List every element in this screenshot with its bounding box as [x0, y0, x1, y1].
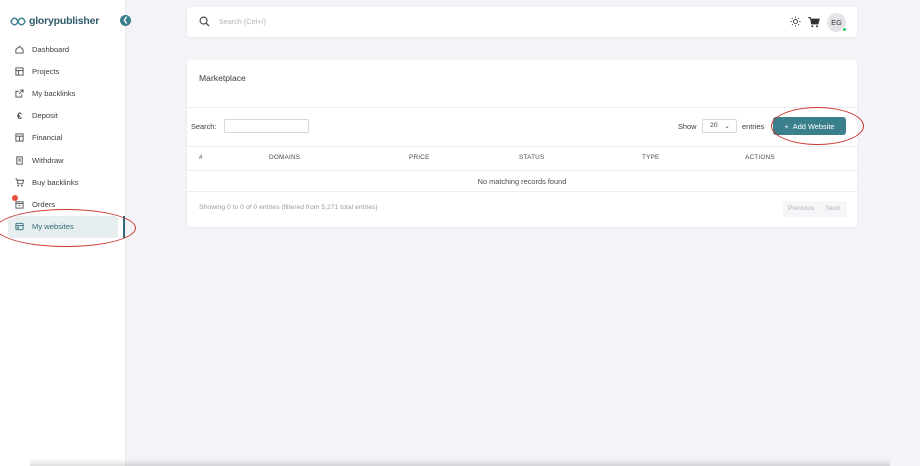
sidebar-item-projects[interactable]: Projects	[0, 60, 126, 82]
sidebar-item-label: Dashboard	[32, 44, 70, 54]
euro-icon: €	[16, 110, 22, 121]
projects-icon	[15, 67, 24, 76]
table-info: Showing 0 to 0 of 0 entries (filtered fr…	[199, 204, 378, 211]
search-icon[interactable]	[199, 16, 210, 27]
sidebar-item-financial[interactable]: Financial	[0, 127, 126, 149]
sidebar-item-my-websites[interactable]: My websites	[8, 215, 118, 238]
sidebar-item-label: My websites	[32, 222, 74, 232]
cart-icon	[15, 178, 24, 187]
column-header-type[interactable]: TYPE	[642, 154, 660, 161]
sidebar: glorypublisher Dashboard Projects My bac…	[0, 0, 126, 466]
page-title: Marketplace	[199, 73, 246, 83]
layout-icon	[15, 133, 24, 142]
chevron-left-icon: ❮	[122, 17, 129, 24]
add-website-label: Add Website	[792, 121, 835, 131]
sidebar-item-withdraw[interactable]: Withdraw	[0, 149, 126, 171]
plus-icon: +	[784, 121, 789, 131]
table-search-input[interactable]	[224, 119, 309, 133]
table-header-border	[187, 146, 857, 147]
receipt-icon	[15, 155, 24, 165]
empty-table-message: No matching records found	[477, 177, 567, 186]
global-search-input[interactable]: Search (Ctrl+/)	[219, 17, 266, 26]
sidebar-item-orders[interactable]: Orders	[0, 193, 126, 215]
entries-label: entries	[742, 122, 765, 131]
box-icon	[15, 200, 24, 209]
divider	[187, 107, 857, 108]
home-icon	[15, 45, 24, 54]
sidebar-item-label: Buy backlinks	[32, 177, 79, 187]
sidebar-nav: Dashboard Projects My backlinks € Deposi…	[0, 38, 126, 238]
column-header-status[interactable]: STATUS	[519, 154, 544, 161]
table-body-border	[187, 170, 857, 171]
sidebar-item-label: Deposit	[32, 111, 58, 121]
column-header-domains[interactable]: DOMAINS	[269, 154, 300, 161]
sidebar-item-dashboard[interactable]: Dashboard	[0, 38, 126, 60]
sidebar-item-label: My backlinks	[32, 88, 76, 98]
table-footer-border	[187, 191, 857, 192]
add-website-button[interactable]: + Add Website	[773, 117, 846, 135]
marketplace-card: Marketplace Search: Show 20 ⌄ entries + …	[187, 60, 857, 227]
avatar[interactable]: EG	[827, 13, 847, 32]
sidebar-item-label: Projects	[32, 66, 60, 76]
logo-icon	[10, 16, 26, 26]
previous-page-button[interactable]: Previous	[788, 205, 814, 212]
websites-icon	[15, 222, 24, 231]
cart-icon[interactable]	[808, 16, 820, 28]
window-bottom-shadow	[30, 458, 890, 466]
sidebar-item-label: Financial	[32, 133, 63, 143]
sidebar-item-deposit[interactable]: € Deposit	[0, 105, 126, 127]
column-header-index[interactable]: #	[199, 154, 203, 161]
chevron-down-icon: ⌄	[724, 123, 730, 130]
column-header-price[interactable]: PRICE	[409, 154, 430, 161]
online-status-dot	[842, 27, 847, 32]
sidebar-item-label: Orders	[32, 199, 56, 209]
sidebar-item-buy-backlinks[interactable]: Buy backlinks	[0, 171, 126, 193]
entries-select[interactable]: 20 ⌄	[702, 119, 737, 133]
entries-value: 20	[710, 122, 718, 129]
brand-logo[interactable]: glorypublisher	[10, 14, 99, 28]
active-indicator	[123, 216, 125, 238]
sidebar-item-label: Withdraw	[32, 155, 64, 165]
avatar-initials: EG	[831, 18, 842, 27]
topbar: Search (Ctrl+/) EG	[187, 7, 857, 37]
brand-name: glorypublisher	[29, 15, 100, 27]
column-header-actions: ACTIONS	[745, 154, 775, 161]
show-label: Show	[678, 122, 697, 131]
sun-icon[interactable]	[790, 16, 801, 27]
table-search-label: Search:	[191, 122, 217, 131]
sidebar-item-my-backlinks[interactable]: My backlinks	[0, 82, 126, 104]
external-link-icon	[15, 89, 24, 98]
next-page-button[interactable]: Next	[826, 205, 840, 212]
collapse-sidebar-button[interactable]: ❮	[120, 15, 131, 26]
